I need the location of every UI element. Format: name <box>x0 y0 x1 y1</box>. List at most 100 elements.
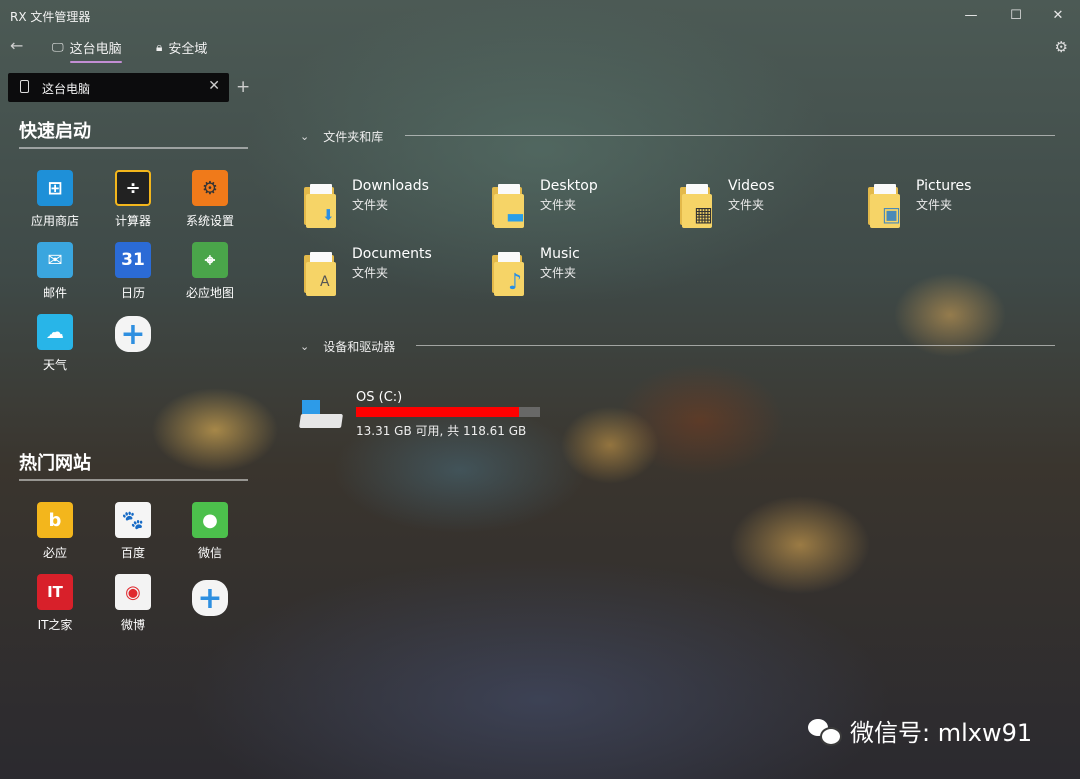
store-icon: ⊞ <box>37 170 73 206</box>
site-tile-label: 百度 <box>120 546 145 560</box>
folder-icon: ▣ <box>868 184 902 228</box>
minimize-button[interactable]: — <box>961 6 981 26</box>
folder-type: 文件夹 <box>352 198 389 212</box>
folders-group-divider <box>405 135 1055 136</box>
weather-cloud-icon: ☁ <box>37 314 73 350</box>
document-page-icon: A <box>320 274 330 290</box>
folder-name: Desktop <box>540 178 598 194</box>
tab-this-pc-label: 这台电脑 <box>69 42 122 57</box>
quick-launch-divider <box>19 147 248 149</box>
drive-usage-fill <box>356 407 520 417</box>
quick-tile-label: 系统设置 <box>185 214 234 228</box>
document-tab-label: 这台电脑 <box>42 82 91 96</box>
quick-tile-label: 必应地图 <box>185 286 234 300</box>
device-icon <box>20 80 29 93</box>
wechat-icon: ● <box>192 502 228 538</box>
folder-type: 文件夹 <box>352 266 389 280</box>
folder-desktop[interactable]: ▬ Desktop 文件夹 <box>488 178 678 234</box>
picture-landscape-icon: ▣ <box>882 202 901 226</box>
folder-music[interactable]: ♪ Music 文件夹 <box>488 246 678 302</box>
quick-launch-title: 快速启动 <box>19 121 91 142</box>
ithome-icon: IT <box>37 574 73 610</box>
folder-icon: ▬ <box>492 184 526 228</box>
add-tab-icon[interactable]: + <box>236 77 250 97</box>
popular-sites-divider <box>19 479 248 481</box>
back-arrow-icon[interactable]: ← <box>10 36 23 55</box>
folder-icon: ▦ <box>680 184 714 228</box>
site-tile-baidu[interactable]: 🐾 百度 <box>97 502 169 561</box>
chevron-down-icon: ⌄ <box>300 340 310 353</box>
desktop-monitor-icon: ▬ <box>506 204 525 228</box>
quick-tile-settings[interactable]: ⚙ 系统设置 <box>174 170 246 229</box>
site-tile-ithome[interactable]: IT IT之家 <box>19 574 91 633</box>
site-tile-wechat[interactable]: ● 微信 <box>174 502 246 561</box>
add-plus-icon: + <box>192 580 228 616</box>
tab-secure-area-label: 安全域 <box>168 42 208 57</box>
film-strip-icon: ▦ <box>694 202 713 226</box>
quick-tile-label: 天气 <box>42 358 67 372</box>
site-tile-label: IT之家 <box>37 618 73 632</box>
title-bar: RX 文件管理器 — ☐ ✕ <box>0 0 1080 32</box>
quick-tile-label: 应用商店 <box>30 214 79 228</box>
chevron-down-icon: ⌄ <box>300 130 310 143</box>
settings-gear-icon[interactable]: ⚙ <box>1055 38 1068 56</box>
wechat-watermark: 微信号: mlxw91 <box>808 713 1032 748</box>
drive-name: OS (C:) <box>356 390 403 405</box>
drives-group-header[interactable]: ⌄ 设备和驱动器 <box>300 338 395 355</box>
wechat-logo-icon <box>808 717 842 746</box>
folder-name: Videos <box>728 178 775 194</box>
folder-name: Pictures <box>916 178 972 194</box>
quick-tile-maps[interactable]: ⌖ 必应地图 <box>174 242 246 301</box>
app-title: RX 文件管理器 <box>10 10 91 24</box>
tab-close-icon[interactable]: ✕ <box>208 78 220 94</box>
site-tile-bing[interactable]: b 必应 <box>19 502 91 561</box>
tab-this-pc[interactable]: 🖵 这台电脑 <box>52 38 122 63</box>
quick-tile-store[interactable]: ⊞ 应用商店 <box>19 170 91 229</box>
hard-drive-icon <box>299 400 344 428</box>
folder-name: Documents <box>352 246 432 262</box>
drives-group-divider <box>416 345 1055 346</box>
folder-pictures[interactable]: ▣ Pictures 文件夹 <box>864 178 1054 234</box>
system-settings-icon: ⚙ <box>192 170 228 206</box>
site-tile-weibo[interactable]: ◉ 微博 <box>97 574 169 633</box>
folder-type: 文件夹 <box>540 198 577 212</box>
folder-icon: A <box>304 252 338 296</box>
drive-c[interactable]: OS (C:) 13.31 GB 可用, 共 118.61 GB <box>299 390 560 440</box>
quick-tile-label: 邮件 <box>42 286 67 300</box>
drive-capacity-text: 13.31 GB 可用, 共 118.61 GB <box>356 424 527 438</box>
bing-icon: b <box>37 502 73 538</box>
quick-tile-calculator[interactable]: ÷ 计算器 <box>97 170 169 229</box>
folder-name: Downloads <box>352 178 429 194</box>
folder-type: 文件夹 <box>916 198 953 212</box>
folder-videos[interactable]: ▦ Videos 文件夹 <box>676 178 866 234</box>
close-button[interactable]: ✕ <box>1048 6 1068 26</box>
tab-secure-area[interactable]: 🔒︎ 安全域 <box>156 38 207 57</box>
drives-group-title: 设备和驱动器 <box>323 340 396 354</box>
quick-tile-add[interactable]: + <box>97 316 169 352</box>
maximize-button[interactable]: ☐ <box>1006 6 1026 26</box>
quick-tile-mail[interactable]: ✉ 邮件 <box>19 242 91 301</box>
document-tab[interactable]: 这台电脑 ✕ <box>8 73 229 102</box>
site-tile-add[interactable]: + <box>174 580 246 616</box>
add-plus-icon: + <box>115 316 151 352</box>
folders-group-header[interactable]: ⌄ 文件夹和库 <box>300 128 383 145</box>
folder-documents[interactable]: A Documents 文件夹 <box>300 246 490 302</box>
drive-usage-bar <box>356 407 540 417</box>
quick-tile-label: 计算器 <box>114 214 151 228</box>
folders-group-title: 文件夹和库 <box>323 130 384 144</box>
quick-tile-weather[interactable]: ☁ 天气 <box>19 314 91 373</box>
nav-bar: ← 🖵 这台电脑 🔒︎ 安全域 ⚙ <box>0 32 1080 64</box>
baidu-paw-icon: 🐾 <box>115 502 151 538</box>
folder-type: 文件夹 <box>728 198 765 212</box>
computer-icon: 🖵 <box>52 40 64 54</box>
music-note-icon: ♪ <box>508 270 523 295</box>
folder-name: Music <box>540 246 580 262</box>
folder-type: 文件夹 <box>540 266 577 280</box>
quick-tile-calendar[interactable]: 31 日历 <box>97 242 169 301</box>
weibo-icon: ◉ <box>115 574 151 610</box>
folder-downloads[interactable]: ⬇ Downloads 文件夹 <box>300 178 490 234</box>
folder-icon: ♪ <box>492 252 526 296</box>
site-tile-label: 必应 <box>42 546 67 560</box>
calendar-icon: 31 <box>115 242 151 278</box>
folder-icon: ⬇ <box>304 184 338 228</box>
